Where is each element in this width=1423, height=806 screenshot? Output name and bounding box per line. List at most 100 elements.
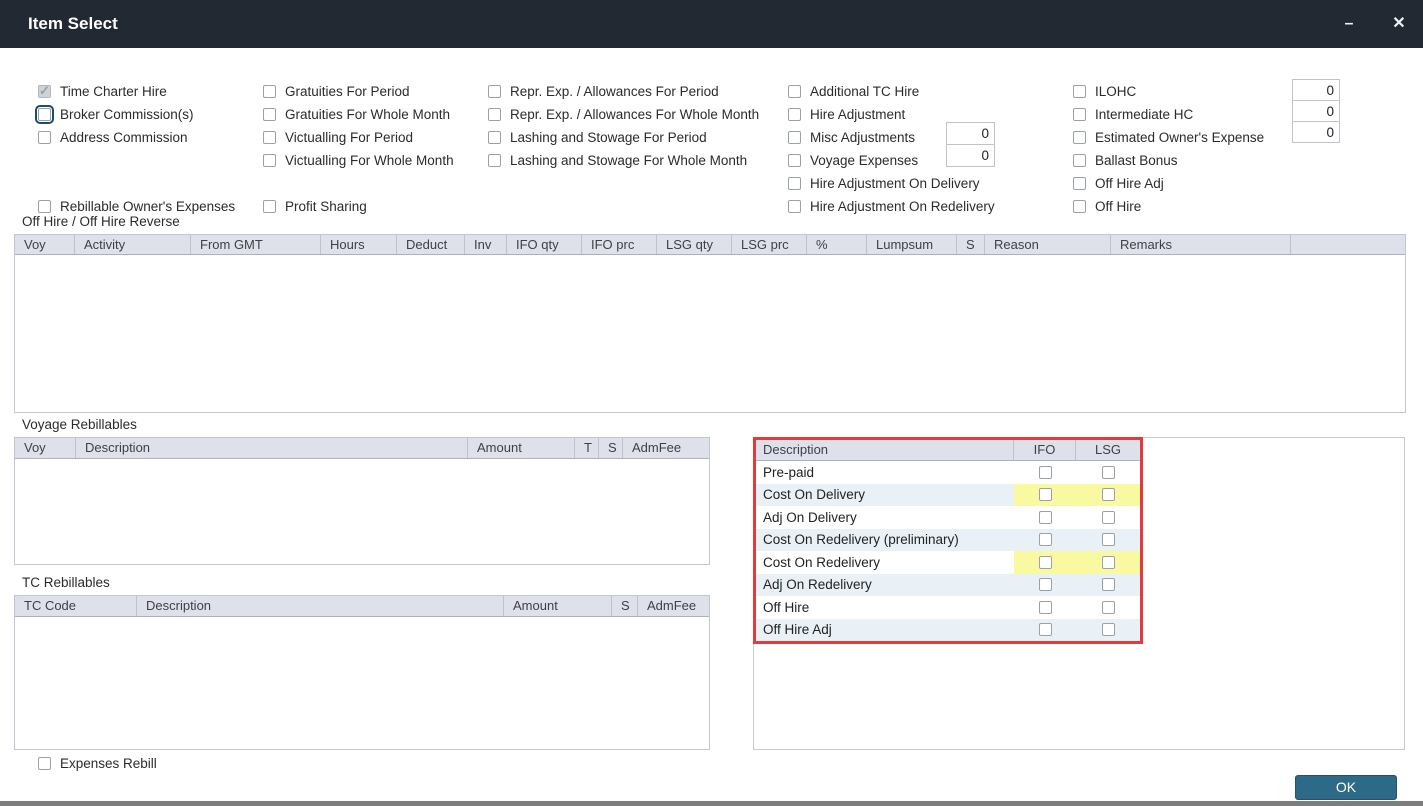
ok-button[interactable]: OK — [1295, 775, 1397, 800]
checkbox-label: Lashing and Stowage For Whole Month — [510, 153, 748, 168]
checkbox-hire-adjustment[interactable] — [788, 108, 801, 121]
ilohc-input[interactable] — [1292, 79, 1340, 101]
column-header: LSG qty — [657, 235, 732, 254]
ifo-checkbox[interactable] — [1038, 555, 1052, 569]
table-row: Cost On Redelivery — [756, 551, 1140, 574]
checkbox-label: Off Hire Adj — [1095, 176, 1164, 191]
ifo-checkbox[interactable] — [1038, 600, 1052, 614]
checkbox-label: Intermediate HC — [1095, 107, 1194, 122]
ifo-checkbox[interactable] — [1038, 488, 1052, 502]
lsg-checkbox[interactable] — [1101, 600, 1115, 614]
lsg-checkbox[interactable] — [1101, 488, 1115, 502]
checkbox-hire-adjustment-on-delivery[interactable] — [788, 177, 801, 190]
intermediate-hc-input[interactable] — [1292, 100, 1340, 122]
checkbox-hire-adjustment-on-redelivery[interactable] — [788, 200, 801, 213]
checkbox-label: Profit Sharing — [285, 199, 367, 214]
expenses-rebill-row: Expenses Rebill — [38, 752, 157, 775]
voyage-expenses-input[interactable] — [946, 144, 995, 167]
checkbox-label: Victualling For Whole Month — [285, 153, 454, 168]
checkbox-expenses-rebill[interactable] — [38, 757, 51, 770]
lsg-checkbox[interactable] — [1101, 510, 1115, 524]
right-input-stack — [1292, 79, 1340, 143]
row-label: Cost On Redelivery (preliminary) — [763, 532, 959, 548]
checkbox-column-1: Time Charter Hire Broker Commission(s) A… — [35, 80, 194, 149]
checkbox-misc-adjustments[interactable] — [788, 131, 801, 144]
table-row: Pre-paid — [756, 461, 1140, 484]
checkbox-label: Rebillable Owner's Expenses — [60, 199, 236, 214]
column-header: Hours — [321, 235, 397, 254]
checkbox-voyage-expenses[interactable] — [788, 154, 801, 167]
checkbox-row: Time Charter Hire — [38, 80, 194, 103]
checkbox-address-commission[interactable] — [38, 131, 51, 144]
checkbox-victualling-for-period[interactable] — [263, 131, 276, 144]
bottom-strip — [0, 801, 1423, 806]
ifo-checkbox[interactable] — [1038, 578, 1052, 592]
checkbox-ballast-bonus[interactable] — [1073, 154, 1086, 167]
checkbox-profit-sharing[interactable] — [263, 200, 276, 213]
checkbox-label: Repr. Exp. / Allowances For Period — [510, 84, 719, 99]
column-header: Reason — [985, 235, 1111, 254]
lsg-checkbox[interactable] — [1101, 623, 1115, 637]
table-row: Off Hire — [756, 596, 1140, 619]
checkbox-row: Address Commission — [38, 126, 194, 149]
lsg-checkbox[interactable] — [1101, 555, 1115, 569]
column-header: AdmFee — [632, 440, 682, 455]
checkbox-label: Off Hire — [1095, 199, 1142, 214]
dialog-title: Item Select — [28, 14, 118, 33]
checkbox-gratuities-for-period[interactable] — [263, 85, 276, 98]
checkbox-victualling-for-whole-month[interactable] — [263, 154, 276, 167]
checkbox-row: Hire Adjustment On Redelivery — [788, 195, 995, 218]
checkbox-broker-commissions[interactable] — [35, 105, 54, 124]
checkbox-estimated-owners-expense[interactable] — [1073, 131, 1086, 144]
voyage-rebillables-header: Voy Description Amount T S AdmFee — [15, 438, 709, 459]
ifo-checkbox[interactable] — [1038, 623, 1052, 637]
column-header: Amount — [468, 438, 575, 458]
checkbox-row: Repr. Exp. / Allowances For Whole Month — [488, 103, 759, 126]
checkbox-additional-tc-hire[interactable] — [788, 85, 801, 98]
checkbox-off-hire[interactable] — [1073, 200, 1086, 213]
lsg-checkbox[interactable] — [1101, 533, 1115, 547]
minimize-icon[interactable]: – — [1335, 0, 1363, 48]
column-header: S — [957, 235, 985, 254]
checkbox-repr-exp-allowances-for-whole-month[interactable] — [488, 108, 501, 121]
title-bar: Item Select – ✕ — [0, 0, 1423, 48]
close-icon[interactable]: ✕ — [1385, 0, 1413, 48]
column-header: T — [575, 438, 599, 458]
column-header: LSG — [1094, 442, 1121, 457]
checkbox-ilohc[interactable] — [1073, 85, 1086, 98]
column-header: % — [807, 235, 867, 254]
ifo-checkbox[interactable] — [1038, 510, 1052, 524]
checkbox-rebillable-owners-expenses[interactable] — [38, 200, 51, 213]
checkbox-row: Additional TC Hire — [788, 80, 995, 103]
lsg-checkbox[interactable] — [1101, 578, 1115, 592]
checkbox-label: Gratuities For Whole Month — [285, 107, 451, 122]
delivery-table-header: Description IFO LSG — [756, 440, 1140, 461]
checkbox-column-3: Repr. Exp. / Allowances For Period Repr.… — [488, 80, 759, 172]
column-header: Remarks — [1111, 235, 1291, 254]
ifo-checkbox[interactable] — [1038, 533, 1052, 547]
misc-adjustments-input[interactable] — [946, 122, 995, 145]
checkbox-off-hire-adj[interactable] — [1073, 177, 1086, 190]
column-header: Deduct — [397, 235, 465, 254]
checkbox-label: Additional TC Hire — [810, 84, 920, 99]
lsg-checkbox[interactable] — [1101, 465, 1115, 479]
checkbox-gratuities-for-whole-month[interactable] — [263, 108, 276, 121]
off-hire-table: Voy Activity From GMT Hours Deduct Inv I… — [14, 234, 1406, 413]
estimated-owners-expense-input[interactable] — [1292, 121, 1340, 143]
voyage-rebillables-table: Voy Description Amount T S AdmFee — [14, 437, 710, 565]
checkbox-repr-exp-allowances-for-period[interactable] — [488, 85, 501, 98]
checkbox-lashing-and-stowage-for-whole-month[interactable] — [488, 154, 501, 167]
column-header: From GMT — [191, 235, 321, 254]
checkbox-lashing-and-stowage-for-period[interactable] — [488, 131, 501, 144]
column-header: LSG prc — [732, 235, 807, 254]
checkbox-intermediate-hc[interactable] — [1073, 108, 1086, 121]
row-label: Off Hire Adj — [763, 622, 832, 638]
row-label: Adj On Redelivery — [763, 577, 872, 593]
checkbox-row: Intermediate HC — [1073, 103, 1264, 126]
ifo-checkbox[interactable] — [1038, 465, 1052, 479]
checkbox-label: Time Charter Hire — [60, 84, 167, 99]
column-header: AdmFee — [647, 598, 697, 613]
checkbox-time-charter-hire[interactable] — [38, 83, 51, 99]
checkbox-row: Off Hire — [1073, 195, 1264, 218]
checkbox-row: Gratuities For Period — [263, 80, 454, 103]
